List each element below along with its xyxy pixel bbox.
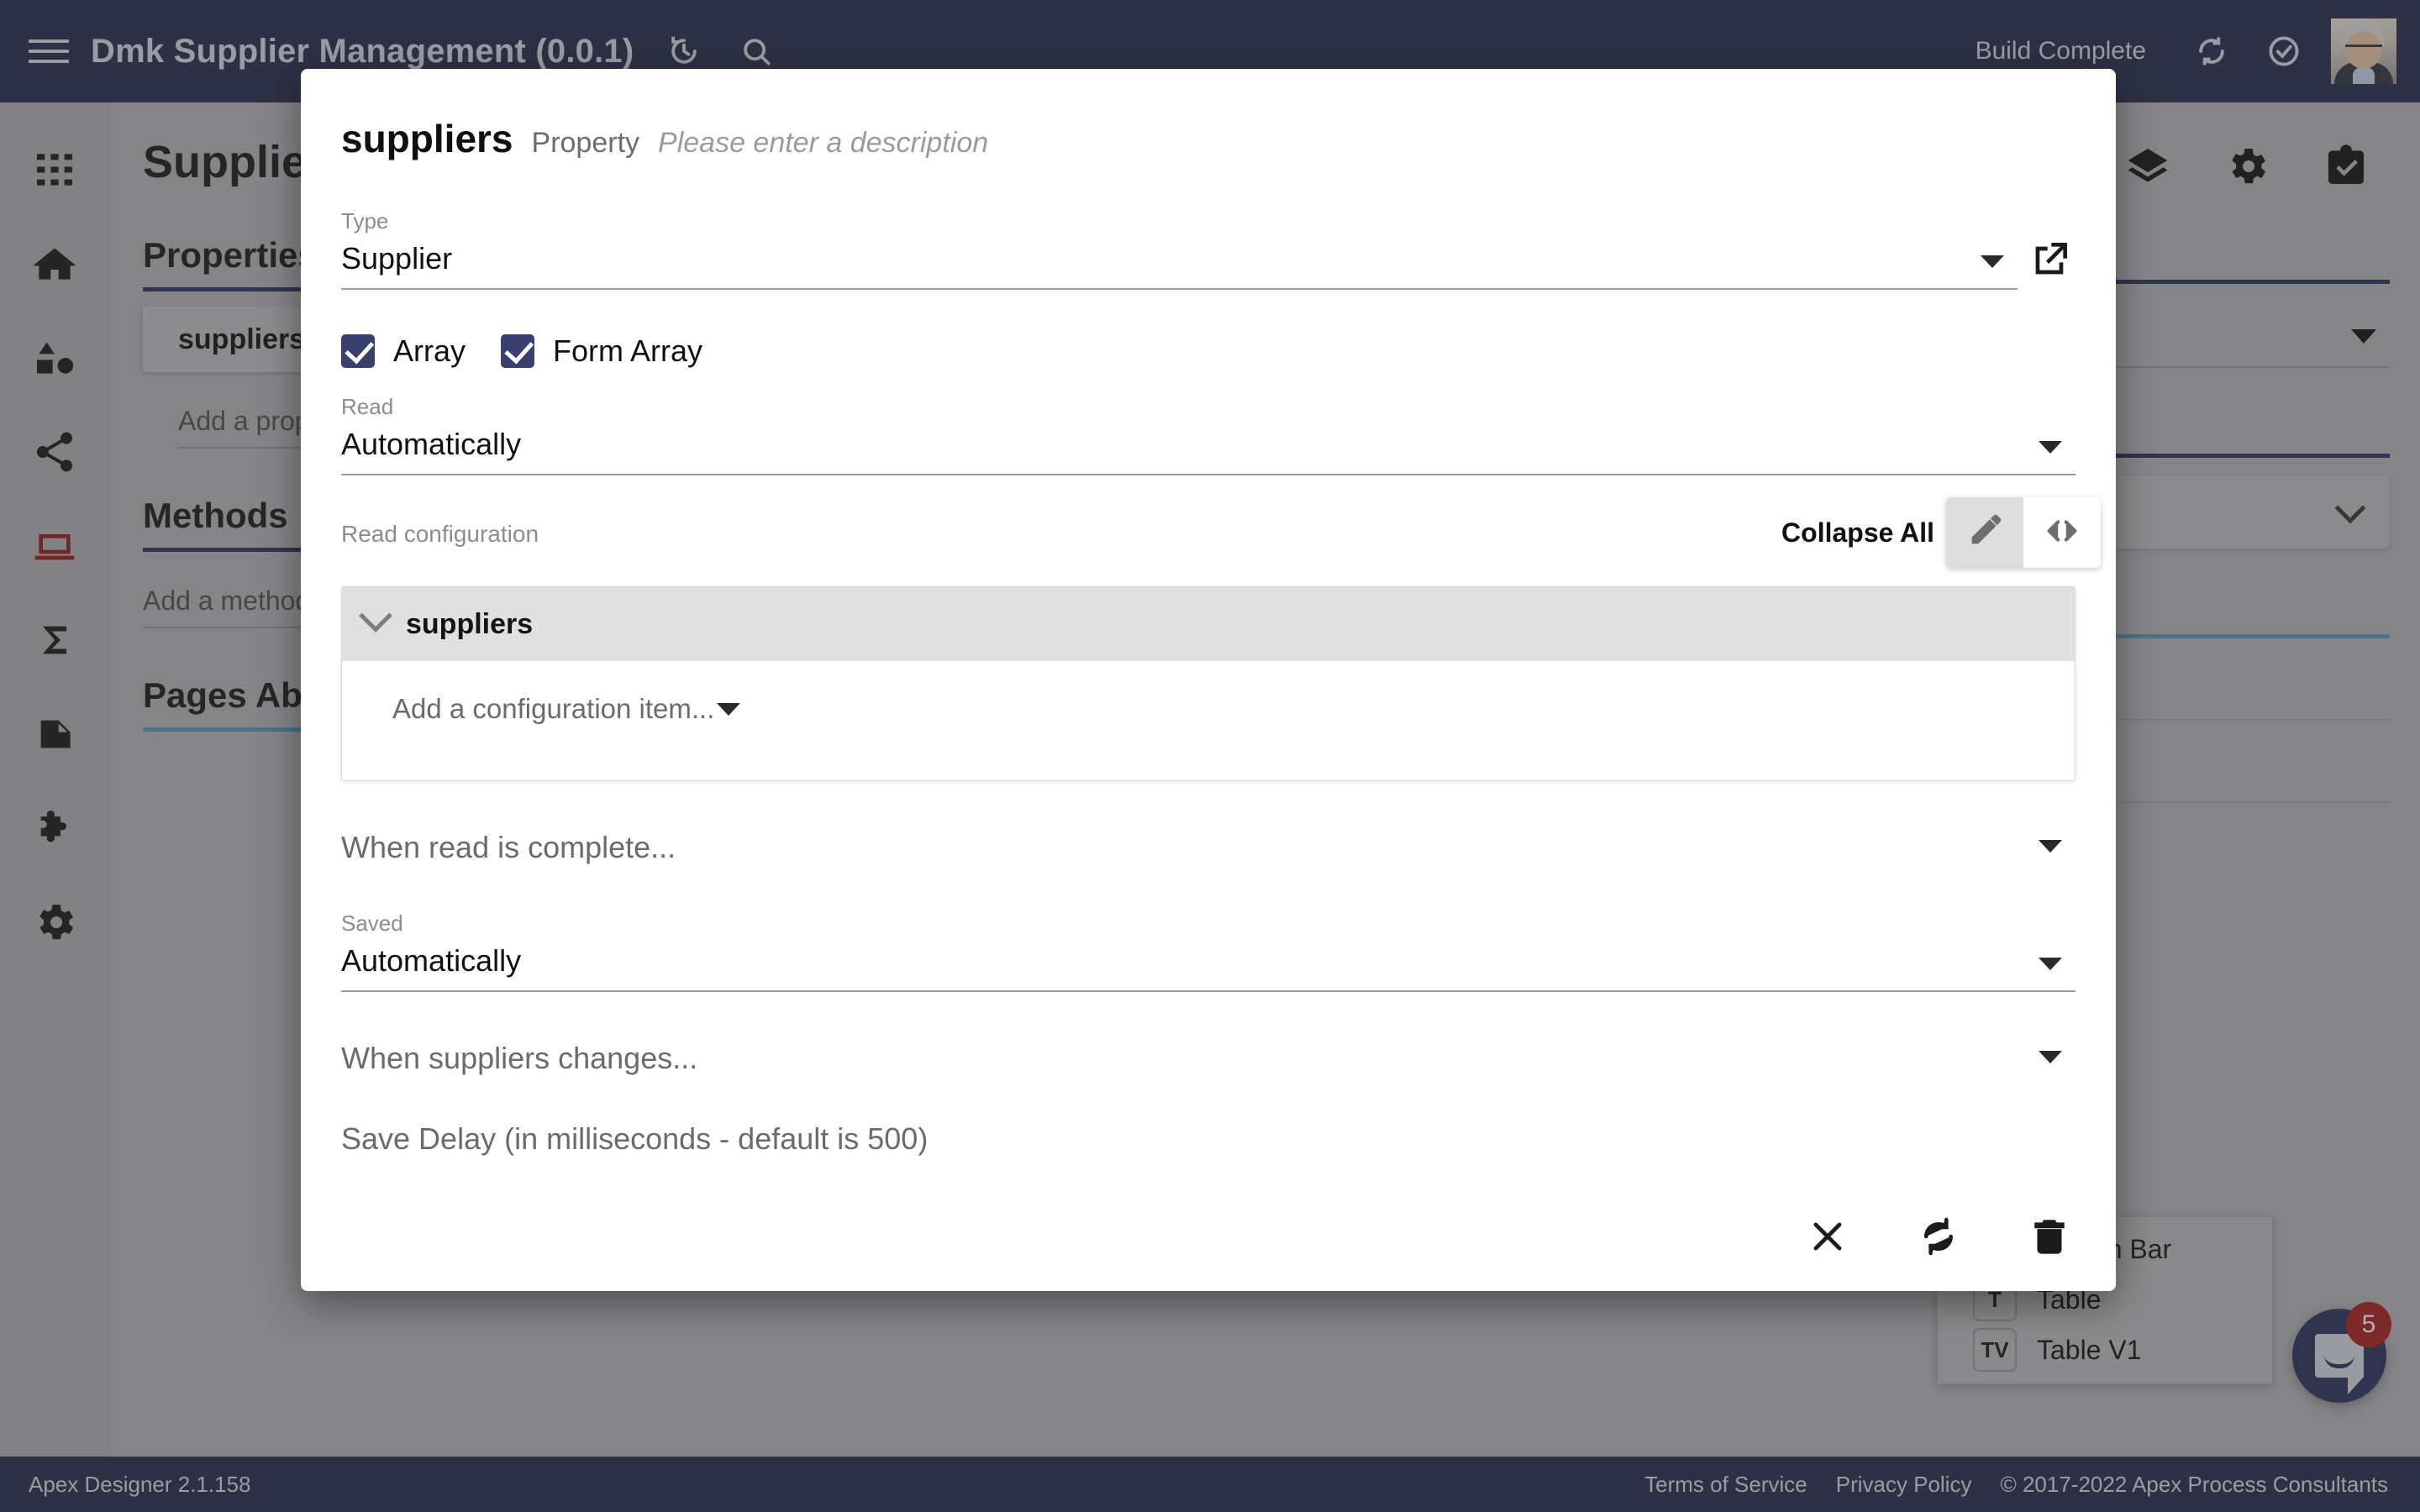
dialog-title: suppliers: [341, 117, 513, 160]
when-read-complete-placeholder: When read is complete...: [341, 830, 676, 864]
pencil-icon: [1965, 512, 2004, 554]
caret-down-icon: [2039, 840, 2062, 853]
read-configuration-group-header[interactable]: suppliers: [342, 587, 2075, 661]
caret-down-icon: [717, 703, 740, 716]
checkbox-checked-icon: [341, 334, 375, 368]
saved-field-value: Automatically: [341, 943, 522, 978]
when-changes-field[interactable]: When suppliers changes...: [341, 1041, 2075, 1076]
read-configuration-group-title: suppliers: [406, 607, 534, 640]
read-field-underline: [341, 474, 2075, 475]
saved-field[interactable]: Saved Automatically: [341, 911, 2075, 992]
visual-editor-toggle[interactable]: [1946, 497, 2023, 568]
checkbox-checked-icon: [501, 334, 535, 368]
editor-mode-toggle-group: [1946, 497, 2101, 568]
saved-field-underline: [341, 990, 2075, 992]
caret-down-icon: [2039, 958, 2062, 970]
dialog-actions: [1802, 1210, 2075, 1263]
read-configuration-card: suppliers Add a configuration item...: [341, 586, 2075, 781]
code-editor-toggle[interactable]: [2023, 497, 2101, 568]
add-configuration-item-placeholder: Add a configuration item...: [392, 693, 715, 724]
refresh-icon[interactable]: [1912, 1210, 1965, 1263]
caret-down-icon: [1981, 255, 2004, 268]
delete-icon[interactable]: [2023, 1210, 2075, 1263]
read-field-value: Automatically: [341, 427, 522, 461]
chevron-down-icon: [359, 599, 392, 633]
type-field[interactable]: Type Supplier: [341, 208, 2067, 290]
array-checkbox-label: Array: [393, 333, 466, 368]
save-delay-placeholder: Save Delay (in milliseconds - default is…: [341, 1121, 929, 1156]
dialog-subtitle-kind: Property: [531, 127, 640, 159]
form-array-checkbox-label: Form Array: [553, 333, 703, 368]
form-array-checkbox[interactable]: Form Array: [501, 333, 702, 369]
add-configuration-item-select[interactable]: Add a configuration item...: [392, 693, 755, 725]
read-configuration-header: Read configuration Collapse All: [341, 497, 2101, 575]
caret-down-icon: [2039, 1051, 2062, 1063]
type-field-label: Type: [341, 208, 389, 234]
type-field-underline: [341, 288, 2018, 290]
property-editor-dialog: suppliers Property Please enter a descri…: [301, 69, 2116, 1291]
dialog-header: suppliers Property Please enter a descri…: [341, 116, 2075, 161]
read-field-label: Read: [341, 394, 394, 419]
array-checkbox[interactable]: Array: [341, 333, 466, 369]
open-in-new-icon[interactable]: [2026, 237, 2073, 284]
saved-field-label: Saved: [341, 911, 403, 936]
when-read-complete-field[interactable]: When read is complete...: [341, 830, 2075, 865]
when-changes-placeholder: When suppliers changes...: [341, 1041, 698, 1075]
description-input[interactable]: Please enter a description: [658, 127, 988, 160]
close-icon[interactable]: [1802, 1210, 1854, 1263]
read-configuration-label: Read configuration: [341, 521, 539, 547]
code-brackets-icon: [2043, 512, 2081, 554]
flags-row: Array Form Array: [341, 333, 2075, 369]
read-field[interactable]: Read Automatically: [341, 394, 2075, 475]
type-field-value: Supplier: [341, 241, 453, 276]
save-delay-field[interactable]: Save Delay (in milliseconds - default is…: [341, 1121, 2075, 1157]
collapse-all-button[interactable]: Collapse All: [1781, 517, 1934, 549]
caret-down-icon: [2039, 441, 2062, 454]
read-configuration-group-body: Add a configuration item...: [342, 661, 2075, 780]
